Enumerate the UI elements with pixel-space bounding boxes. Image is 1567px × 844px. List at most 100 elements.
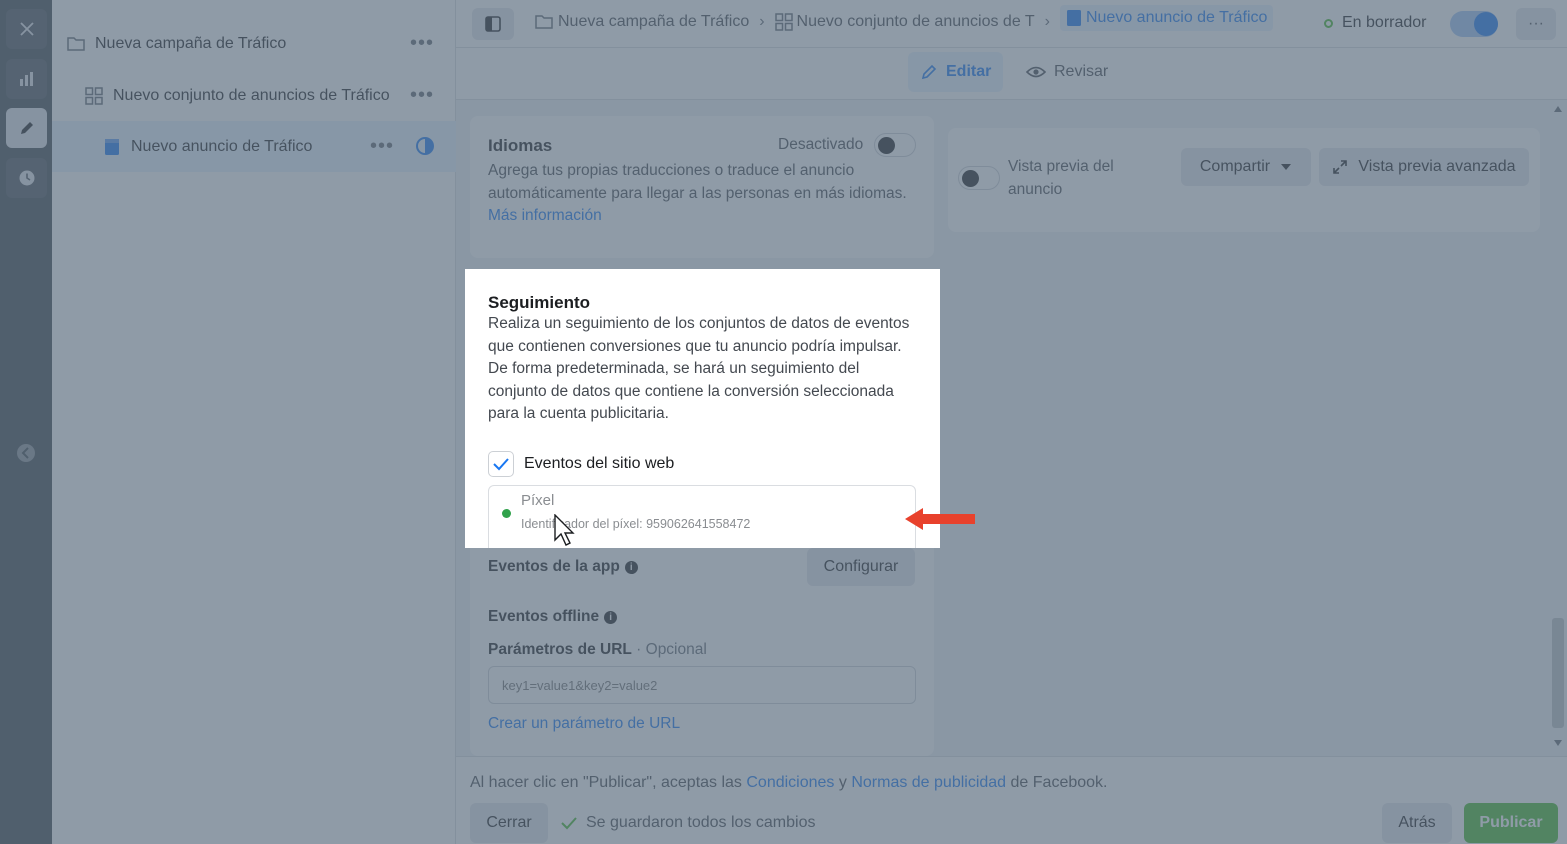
tree-item-adset[interactable]: Nuevo conjunto de anuncios de Tráfico ••… [52, 70, 456, 121]
status-badge: En borrador [1324, 14, 1427, 32]
tree-item-label: Nuevo conjunto de anuncios de Tráfico [113, 86, 390, 104]
campaign-tree: Nueva campaña de Tráfico ••• Nuevo conju… [52, 0, 456, 844]
advanced-preview-label: Vista previa avanzada [1358, 158, 1516, 175]
share-button[interactable]: Compartir [1181, 148, 1311, 186]
offline-events-label: Eventos offline i [488, 608, 618, 626]
status-text: En borrador [1342, 14, 1427, 31]
terms-and: y [834, 774, 852, 791]
tree-item-campaign[interactable]: Nueva campaña de Tráfico ••• [52, 18, 456, 69]
url-params-text: Parámetros de URL [488, 641, 632, 658]
advanced-preview-button[interactable]: Vista previa avanzada [1319, 148, 1529, 186]
app-events-text: Eventos de la app [488, 558, 620, 575]
terms-prefix: Al hacer clic en "Publicar", aceptas las [470, 774, 747, 791]
clock-icon [19, 170, 34, 186]
review-mode-button[interactable]: Revisar [1014, 52, 1120, 92]
pixel-title: Píxel [521, 492, 555, 509]
ad-icon [105, 138, 119, 155]
grid-icon [774, 13, 793, 31]
footer: Al hacer clic en "Publicar", aceptas las… [456, 756, 1567, 844]
languages-description: Agrega tus propias traducciones o traduc… [488, 162, 907, 202]
url-params-label: Parámetros de URL · Opcional [488, 641, 707, 659]
reports-button[interactable] [6, 59, 47, 99]
learn-more-link[interactable]: Más información [488, 207, 602, 225]
tracking-highlight: Seguimiento Realiza un seguimiento de lo… [465, 269, 940, 548]
ad-policies-link[interactable]: Normas de publicidad [851, 774, 1006, 791]
more-options-button[interactable]: ··· [1516, 8, 1556, 40]
languages-card: Idiomas Desactivado Agrega tus propias t… [470, 116, 934, 258]
configure-button[interactable]: Configurar [807, 548, 915, 586]
grid-icon [85, 86, 103, 105]
breadcrumb: Nueva campaña de Tráfico › Nuevo conjunt… [534, 5, 1274, 31]
create-url-param-link[interactable]: Crear un parámetro de URL [488, 715, 680, 733]
scroll-up-icon[interactable] [1554, 106, 1562, 112]
check-icon [561, 817, 577, 830]
scroll-down-icon[interactable] [1554, 740, 1562, 746]
tracking-title: Seguimiento [488, 293, 591, 312]
info-icon[interactable]: i [624, 560, 638, 574]
publish-button[interactable]: Publicar [1464, 803, 1558, 843]
url-params-input[interactable] [488, 666, 916, 704]
languages-title: Idiomas [488, 136, 553, 155]
conditions-link[interactable]: Condiciones [746, 774, 834, 791]
half-circle-icon [416, 137, 434, 155]
tree-item-label: Nueva campaña de Tráfico [95, 34, 287, 52]
caret-down-icon [1281, 164, 1292, 170]
preview-card: Vista previa del anuncio Compartir Vista… [948, 128, 1540, 232]
edit-button[interactable] [6, 108, 47, 148]
top-bar: Nueva campaña de Tráfico › Nuevo conjunt… [456, 0, 1567, 48]
review-label: Revisar [1054, 63, 1109, 80]
more-options-button[interactable]: ••• [410, 85, 434, 105]
scroll-thumb[interactable] [1552, 618, 1564, 728]
red-arrow-annotation [905, 508, 975, 530]
chart-icon [19, 72, 33, 86]
expand-icon [1333, 160, 1348, 174]
collapse-button[interactable] [17, 444, 35, 462]
chevron-left-icon [21, 447, 29, 459]
tree-item-ad[interactable]: Nuevo anuncio de Tráfico ••• [52, 121, 456, 172]
edit-label: Editar [946, 63, 992, 80]
chevron-right-icon: › [759, 13, 765, 30]
pixel-selector[interactable]: Píxel Identificador del píxel: 959062641… [488, 485, 916, 548]
breadcrumb-campaign[interactable]: Nueva campaña de Tráfico [534, 13, 749, 31]
publish-toggle[interactable] [1450, 11, 1498, 37]
languages-toggle-label: Desactivado [778, 136, 864, 153]
breadcrumb-ad[interactable]: Nuevo anuncio de Tráfico [1059, 5, 1274, 31]
terms-suffix: de Facebook. [1006, 774, 1108, 791]
eye-icon [1026, 66, 1046, 78]
pencil-icon [921, 64, 937, 80]
check-icon [493, 458, 509, 471]
website-events-checkbox[interactable] [488, 451, 514, 477]
website-events-label: Eventos del sitio web [524, 455, 675, 472]
back-button[interactable]: Atrás [1382, 803, 1452, 843]
breadcrumb-adset[interactable]: Nuevo conjunto de anuncios de T [774, 13, 1035, 31]
terms-text: Al hacer clic en "Publicar", aceptas las… [470, 774, 1107, 792]
folder-icon [67, 36, 85, 51]
mode-bar: Editar Revisar [456, 48, 1567, 100]
breadcrumb-label: Nuevo conjunto de anuncios de T [796, 13, 1035, 30]
app-events-label: Eventos de la app i [488, 558, 638, 576]
close-button[interactable]: Cerrar [470, 803, 548, 843]
chevron-right-icon: › [1044, 13, 1050, 30]
toggle-sidebar-button[interactable] [472, 8, 514, 40]
preview-toggle[interactable] [958, 166, 1000, 190]
tracking-description: Realiza un seguimiento de los conjuntos … [488, 315, 910, 422]
share-label: Compartir [1199, 158, 1271, 175]
left-rail [0, 0, 52, 844]
close-button[interactable] [6, 9, 47, 49]
more-options-button[interactable]: ••• [410, 33, 434, 53]
close-icon [19, 22, 34, 36]
pencil-icon [20, 122, 33, 134]
info-icon[interactable]: i [604, 610, 618, 624]
history-button[interactable] [6, 158, 47, 198]
breadcrumb-label: Nueva campaña de Tráfico [558, 13, 750, 30]
edit-mode-button[interactable]: Editar [908, 52, 1004, 92]
folder-icon [535, 15, 553, 29]
status-dot [1324, 18, 1333, 28]
mouse-cursor-icon [554, 514, 575, 546]
more-options-button[interactable]: ••• [370, 136, 394, 156]
toggle-knob [1474, 12, 1498, 36]
breadcrumb-label: Nuevo anuncio de Tráfico [1085, 9, 1268, 26]
languages-toggle[interactable] [874, 133, 916, 157]
save-status: Se guardaron todos los cambios [560, 814, 815, 832]
scrollbar[interactable] [1549, 100, 1567, 756]
